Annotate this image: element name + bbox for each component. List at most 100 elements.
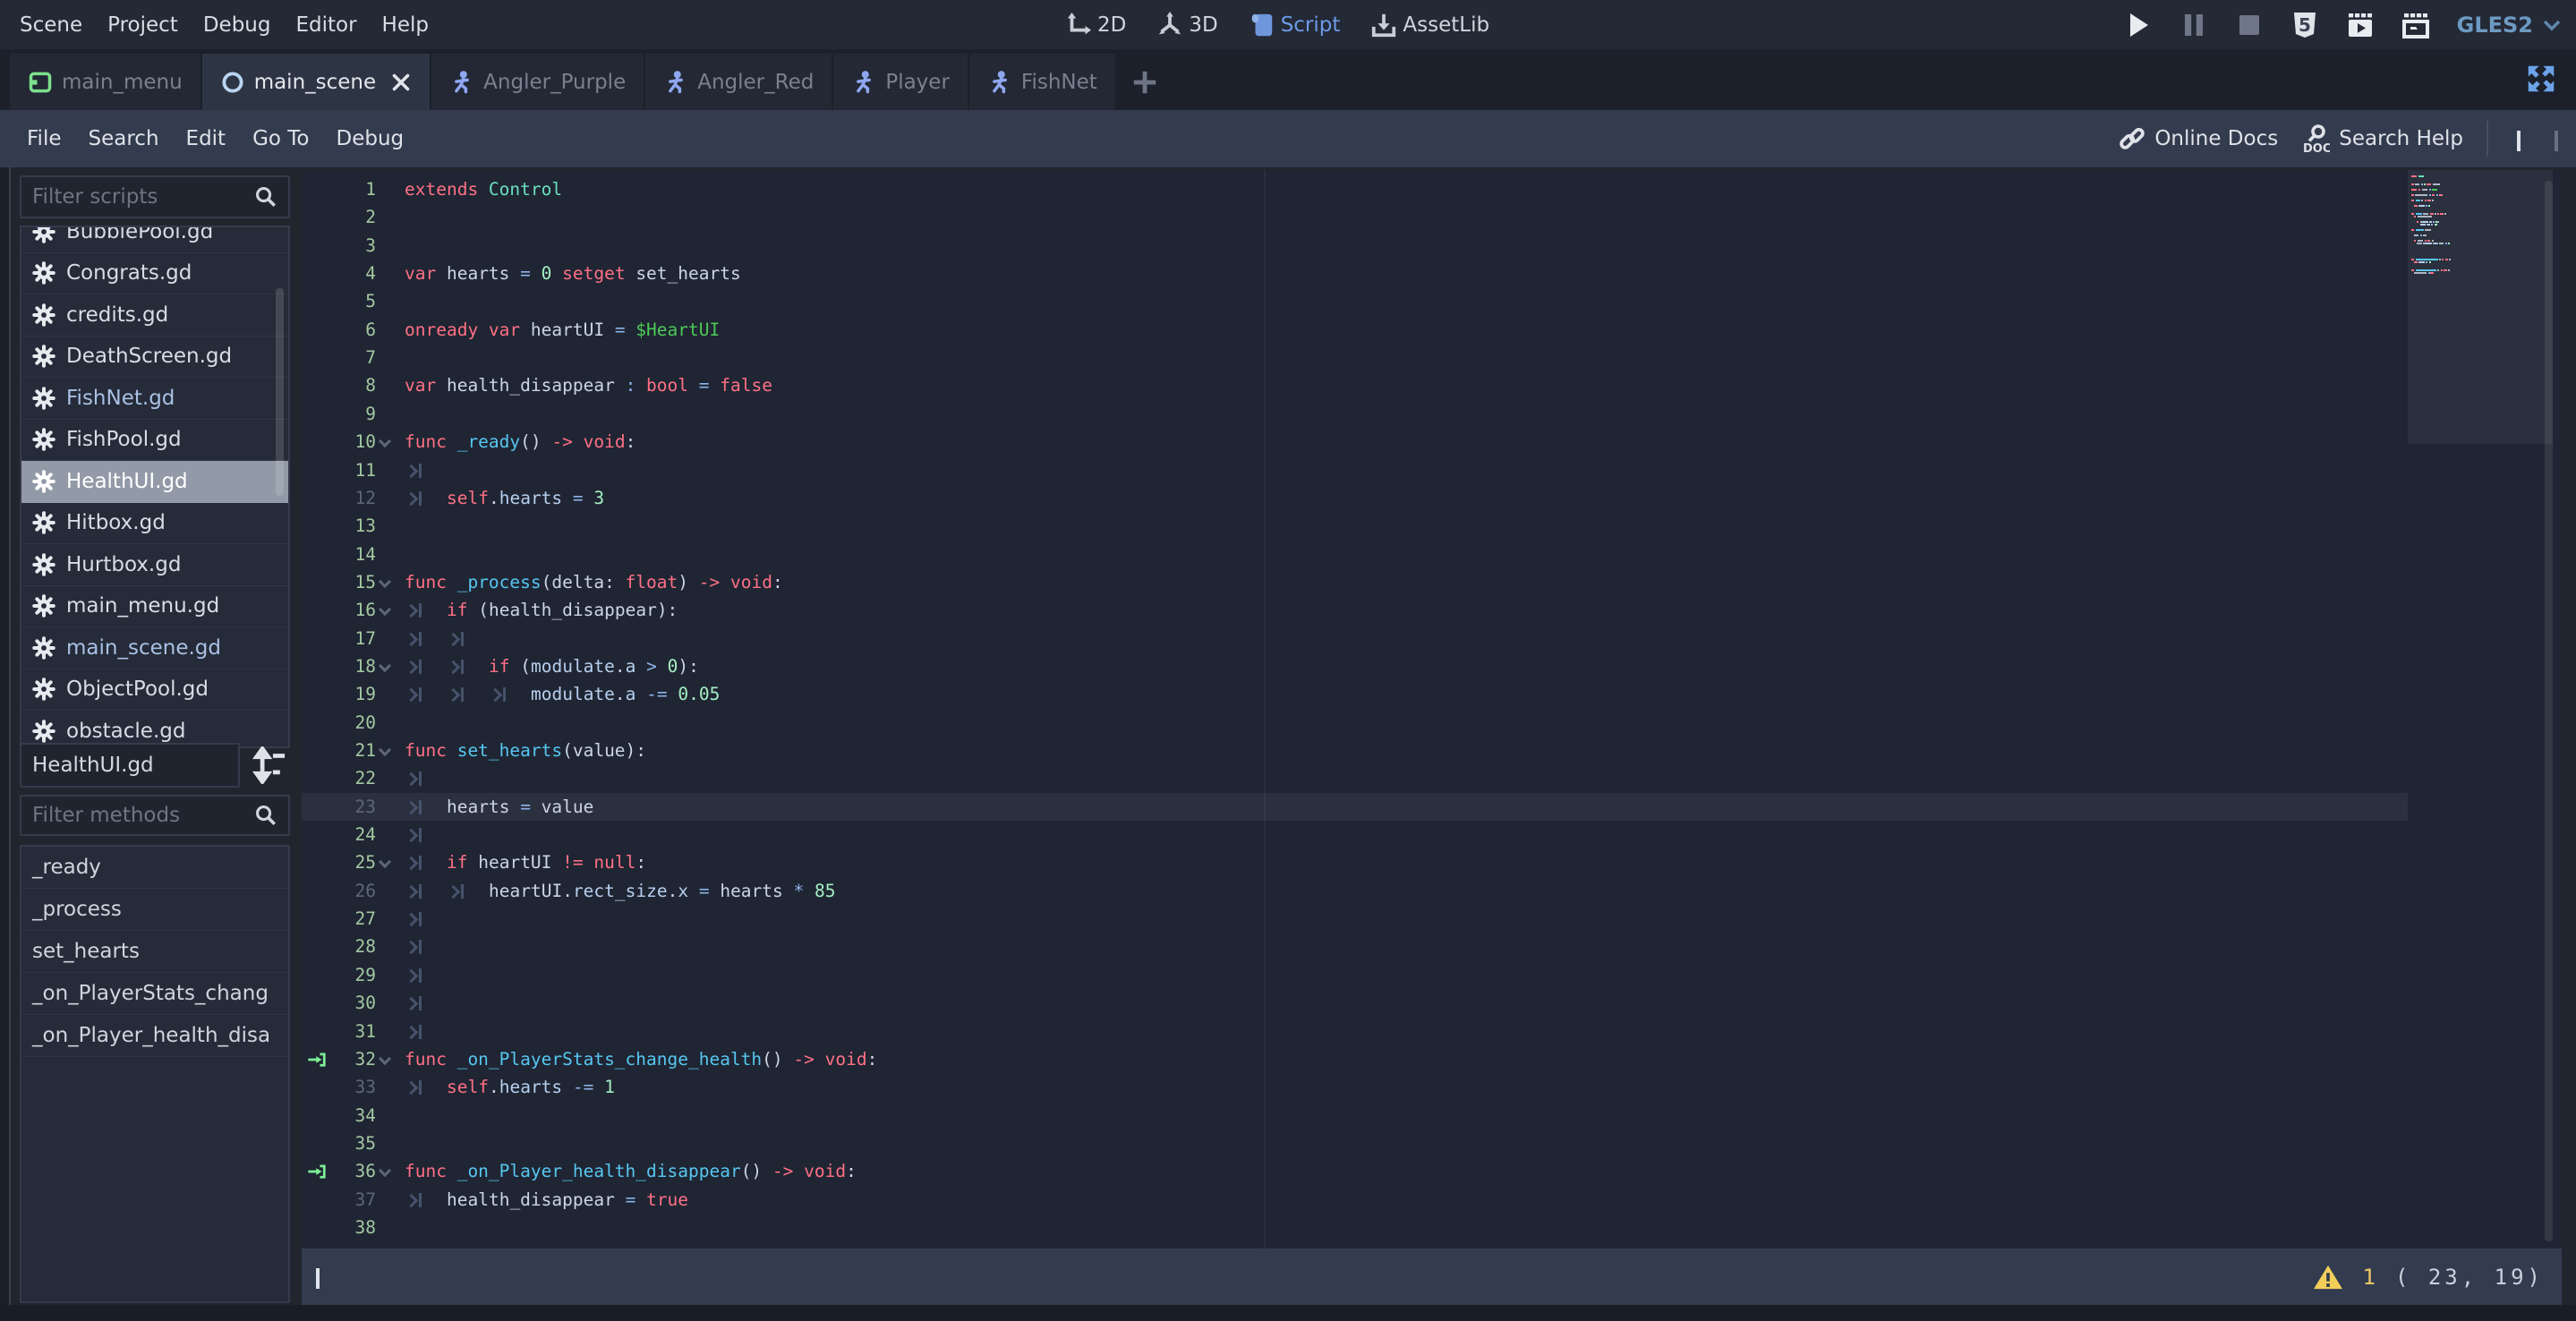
play-custom-scene-button[interactable] bbox=[2401, 11, 2430, 39]
play-icon bbox=[2124, 11, 2153, 39]
script-menu-file[interactable]: File bbox=[27, 120, 89, 158]
play-button[interactable] bbox=[2124, 11, 2153, 39]
script-menu-edit[interactable]: Edit bbox=[186, 120, 253, 158]
script-item-FishNet.gd[interactable]: FishNet.gd bbox=[21, 378, 288, 420]
scene-tab-FishNet[interactable]: FishNet bbox=[969, 54, 1115, 110]
script-item-BubblePool.gd[interactable]: BubblePool.gd bbox=[21, 226, 288, 253]
script-menu-go-to[interactable]: Go To bbox=[252, 120, 336, 158]
line-number: 35 bbox=[302, 1129, 376, 1157]
fold-arrow-icon[interactable] bbox=[379, 1164, 391, 1177]
script-item-main_menu.gd[interactable]: main_menu.gd bbox=[21, 586, 288, 628]
tab-close-button[interactable] bbox=[390, 72, 412, 93]
method-name: _process bbox=[32, 898, 122, 921]
script-item-HealthUI.gd[interactable]: HealthUI.gd bbox=[21, 461, 288, 503]
line-number: 27 bbox=[302, 905, 376, 933]
renderer-label: GLES2 bbox=[2457, 13, 2533, 38]
fold-arrow-icon[interactable] bbox=[379, 856, 391, 868]
scene-tab-main_scene[interactable]: main_scene bbox=[202, 54, 430, 110]
close-icon bbox=[390, 72, 412, 93]
script-item-credits.gd[interactable]: credits.gd bbox=[21, 294, 288, 337]
view-button-2d[interactable]: 2D bbox=[1065, 12, 1126, 38]
fold-arrow-icon[interactable] bbox=[379, 575, 391, 588]
stop-button[interactable] bbox=[2235, 11, 2264, 39]
history-back-button[interactable] bbox=[2512, 131, 2526, 148]
code-line-9: 9 bbox=[302, 400, 2562, 428]
line-number: 31 bbox=[302, 1018, 376, 1045]
scene-tab-Player[interactable]: Player bbox=[833, 54, 968, 110]
code-minimap[interactable] bbox=[2408, 175, 2553, 277]
method-list: _ready _process set_hearts_on_PlayerStats_… bbox=[21, 847, 288, 1057]
script-scroll-icon bbox=[1249, 12, 1275, 38]
script-item-FishPool.gd[interactable]: FishPool.gd bbox=[21, 420, 288, 462]
history-forward-button[interactable] bbox=[2549, 131, 2563, 148]
script-item-ObjectPool.gd[interactable]: ObjectPool.gd bbox=[21, 669, 288, 712]
sort-methods-button[interactable] bbox=[251, 746, 288, 784]
tab-indent-marker bbox=[405, 596, 426, 624]
method-item-_on_PlayerStats_chang[interactable]: _on_PlayerStats_chang bbox=[21, 973, 288, 1015]
code-text: onready var heartUI = $HeartUI bbox=[405, 316, 720, 344]
fold-arrow-icon[interactable] bbox=[379, 660, 391, 672]
tab-label: Angler_Red bbox=[697, 71, 814, 94]
warning-count[interactable]: 1 bbox=[2363, 1265, 2376, 1290]
online-docs-button[interactable]: Online Docs bbox=[2119, 125, 2278, 152]
code-scrollbar[interactable] bbox=[2545, 181, 2553, 1241]
code-text: heartUI.rect_size.x = hearts * 85 bbox=[489, 877, 835, 905]
renderer-dropdown[interactable]: GLES2 bbox=[2457, 13, 2562, 38]
line-number: 25 bbox=[302, 848, 376, 876]
plus-icon bbox=[1131, 69, 1158, 96]
script-menu-debug[interactable]: Debug bbox=[337, 120, 431, 158]
view-button-assetlib[interactable]: AssetLib bbox=[1370, 12, 1489, 38]
script-item-main_scene.gd[interactable]: main_scene.gd bbox=[21, 627, 288, 669]
scene-tab-main_menu[interactable]: main_menu bbox=[10, 54, 200, 110]
fold-arrow-icon[interactable] bbox=[379, 435, 391, 447]
filter-methods-input[interactable] bbox=[32, 804, 254, 827]
code-line-19: 19modulate.a -= 0.05 bbox=[302, 680, 2562, 708]
scene-tab-Angler_Red[interactable]: Angler_Red bbox=[645, 54, 832, 110]
code-line-34: 34 bbox=[302, 1102, 2562, 1129]
script-item-Hitbox.gd[interactable]: Hitbox.gd bbox=[21, 503, 288, 545]
html5-button[interactable]: 5 bbox=[2290, 11, 2319, 39]
kinematic-body-icon bbox=[851, 70, 876, 95]
scene-tab-Angler_Purple[interactable]: Angler_Purple bbox=[431, 54, 644, 110]
script-item-DeathScreen.gd[interactable]: DeathScreen.gd bbox=[21, 337, 288, 379]
script-menu-search[interactable]: Search bbox=[89, 120, 186, 158]
pause-button[interactable] bbox=[2179, 11, 2208, 39]
main-menu-scene[interactable]: Scene bbox=[20, 6, 107, 44]
method-item-_ready[interactable]: _ready bbox=[21, 847, 288, 889]
view-label: AssetLib bbox=[1403, 13, 1489, 37]
chevron-down-icon bbox=[2542, 19, 2562, 31]
code-editor[interactable]: 1extends Control234var hearts = 0 setget… bbox=[302, 170, 2562, 1249]
script-list: BubblePool.gdCongrats.gdcredits.gdDeathS… bbox=[21, 226, 288, 748]
fold-arrow-icon[interactable] bbox=[379, 603, 391, 616]
method-item-set_hearts[interactable]: set_hearts bbox=[21, 931, 288, 973]
search-help-button[interactable]: DOC Search Help bbox=[2301, 124, 2463, 154]
gear-icon bbox=[32, 720, 55, 743]
play-scene-button[interactable] bbox=[2346, 11, 2375, 39]
sort-icon bbox=[251, 746, 288, 784]
gear-icon bbox=[32, 261, 55, 285]
tab-label: main_menu bbox=[62, 71, 183, 94]
script-item-Congrats.gd[interactable]: Congrats.gd bbox=[21, 253, 288, 295]
script-list-scrollbar[interactable] bbox=[276, 288, 284, 496]
view-button-script[interactable]: Script bbox=[1249, 12, 1341, 38]
method-list-panel: _ready _process set_hearts_on_PlayerStats_… bbox=[20, 845, 290, 1303]
filter-scripts-input[interactable] bbox=[32, 185, 254, 209]
code-line-25: 25if heartUI != null: bbox=[302, 848, 2562, 876]
new-tab-button[interactable] bbox=[1117, 54, 1173, 110]
view-button-3d[interactable]: 3D bbox=[1156, 12, 1217, 38]
code-text: modulate.a -= 0.05 bbox=[531, 680, 720, 708]
script-list-panel: BubblePool.gdCongrats.gdcredits.gdDeathS… bbox=[20, 226, 290, 748]
method-item-_process[interactable]: _process bbox=[21, 889, 288, 931]
fold-arrow-icon[interactable] bbox=[379, 1053, 391, 1065]
method-item-_on_Player_health_disa[interactable]: _on_Player_health_disa bbox=[21, 1015, 288, 1057]
script-item-Hurtbox.gd[interactable]: Hurtbox.gd bbox=[21, 544, 288, 586]
main-menu-editor[interactable]: Editor bbox=[295, 6, 381, 44]
main-menu-project[interactable]: Project bbox=[107, 6, 203, 44]
main-menu-help[interactable]: Help bbox=[382, 6, 454, 44]
gear-icon bbox=[32, 387, 55, 410]
main-menu-debug[interactable]: Debug bbox=[203, 6, 296, 44]
warning-icon[interactable] bbox=[2313, 1264, 2343, 1291]
fold-arrow-icon[interactable] bbox=[379, 744, 391, 756]
collapse-panel-button[interactable] bbox=[302, 1268, 334, 1285]
distraction-free-button[interactable] bbox=[2524, 62, 2558, 96]
